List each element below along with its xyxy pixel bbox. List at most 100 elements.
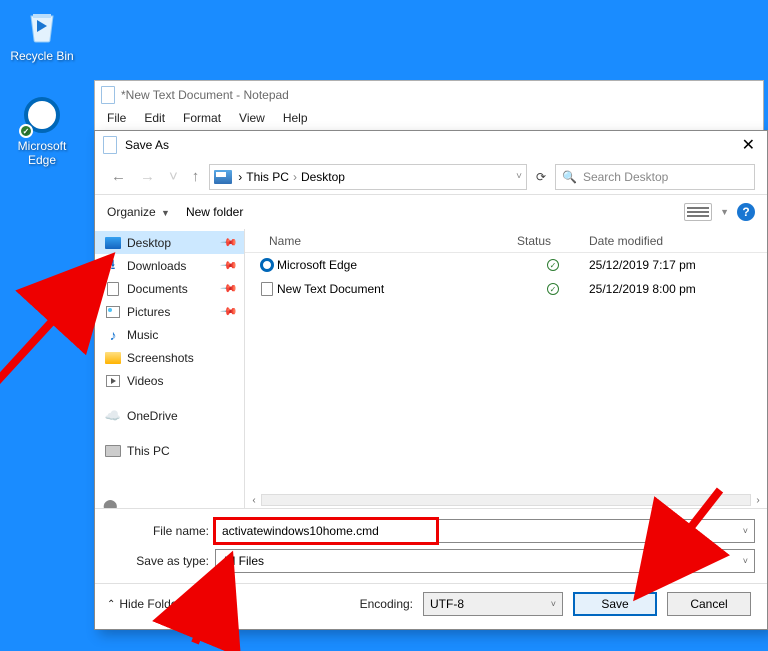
view-options-button[interactable] (684, 203, 712, 221)
sidebar-item-label: Music (127, 328, 158, 342)
videos-folder-icon (106, 375, 120, 387)
sidebar-item-onedrive[interactable]: ☁️ OneDrive (95, 404, 244, 427)
organize-menu[interactable]: Organize ▼ (107, 205, 170, 219)
menu-view[interactable]: View (231, 109, 273, 127)
encoding-value: UTF-8 (430, 597, 464, 611)
sidebar-item-label: OneDrive (127, 409, 178, 423)
edge-icon: ✓ (21, 94, 63, 136)
pin-icon: 📌 (220, 279, 239, 298)
documents-folder-icon (107, 282, 119, 296)
cancel-button[interactable]: Cancel (667, 592, 751, 616)
breadcrumb-sep: › (293, 170, 297, 184)
file-date: 25/12/2019 8:00 pm (589, 282, 767, 296)
menu-file[interactable]: File (99, 109, 134, 127)
file-status: ✓ (517, 283, 589, 295)
nav-forward-button[interactable]: → (136, 166, 159, 187)
breadcrumb-part[interactable]: This PC (246, 170, 289, 184)
file-name: Microsoft Edge (277, 258, 517, 272)
file-status: ✓ (517, 259, 589, 271)
breadcrumb-part[interactable]: Desktop (301, 170, 345, 184)
chevron-down-icon[interactable]: ˅ (743, 526, 748, 536)
desktop-icon-recycle-bin[interactable]: Recycle Bin (10, 4, 74, 63)
horizontal-scrollbar[interactable]: ‹ › (245, 492, 767, 508)
sidebar-item-label: Documents (127, 282, 188, 296)
filename-label: File name: (107, 524, 209, 538)
pin-icon: 📌 (220, 302, 239, 321)
breadcrumb-bar[interactable]: › This PC › Desktop ˅ (209, 164, 527, 190)
type-select[interactable]: All Files ˅ (215, 549, 755, 573)
type-label: Save as type: (107, 554, 209, 568)
nav-back-button[interactable]: ← (107, 166, 130, 187)
file-row[interactable]: New Text Document ✓ 25/12/2019 8:00 pm (245, 277, 767, 301)
file-name: New Text Document (277, 282, 517, 296)
sidebar-item-downloads[interactable]: ⭳ Downloads 📌 (95, 254, 244, 277)
this-pc-icon (105, 445, 121, 457)
folder-icon (105, 352, 121, 364)
new-folder-button[interactable]: New folder (186, 205, 243, 219)
nav-recent-dropdown[interactable]: ˅ (165, 166, 182, 187)
type-value: All Files (222, 554, 264, 568)
view-dropdown[interactable]: ▼ (720, 207, 729, 217)
column-date[interactable]: Date modified (589, 234, 767, 248)
file-row[interactable]: Microsoft Edge ✓ 25/12/2019 7:17 pm (245, 253, 767, 277)
scroll-left[interactable]: ‹ (247, 493, 261, 507)
sidebar-cutoff: ⬤ (103, 498, 118, 508)
hide-folders-toggle[interactable]: ⌃ Hide Folders (107, 597, 187, 611)
save-as-dialog: Save As ✕ ← → ˅ ↑ › This PC › Desktop ˅ … (94, 130, 768, 630)
folder-tree: Desktop 📌 ⭳ Downloads 📌 Documents 📌 Pict… (95, 229, 245, 508)
encoding-label: Encoding: (360, 597, 413, 611)
chevron-down-icon[interactable]: ˅ (551, 599, 556, 609)
sidebar-item-label: Videos (127, 374, 163, 388)
sidebar-item-videos[interactable]: Videos (95, 369, 244, 392)
file-list-pane: Name Status Date modified Microsoft Edge… (245, 229, 767, 508)
search-placeholder: Search Desktop (583, 170, 668, 184)
notepad-icon (101, 86, 115, 104)
chevron-down-icon[interactable]: ˅ (743, 556, 748, 566)
music-folder-icon: ♪ (105, 327, 121, 343)
help-button[interactable]: ? (737, 203, 755, 221)
scroll-track[interactable] (261, 494, 751, 506)
file-date: 25/12/2019 7:17 pm (589, 258, 767, 272)
sidebar-item-label: Downloads (127, 259, 186, 273)
filename-value: activatewindows10home.cmd (222, 524, 379, 538)
sidebar-item-pictures[interactable]: Pictures 📌 (95, 300, 244, 323)
sidebar-item-desktop[interactable]: Desktop 📌 (95, 231, 244, 254)
save-button[interactable]: Save (573, 592, 657, 616)
menu-edit[interactable]: Edit (136, 109, 173, 127)
sidebar-item-screenshots[interactable]: Screenshots (95, 346, 244, 369)
dialog-title: Save As (125, 138, 169, 152)
refresh-button[interactable]: ⟳ (533, 170, 549, 184)
desktop-folder-icon (105, 237, 121, 249)
chevron-up-icon: ⌃ (107, 599, 115, 610)
desktop-icon-label: Recycle Bin (10, 49, 74, 63)
pin-icon: 📌 (220, 256, 239, 275)
notepad-titlebar[interactable]: *New Text Document - Notepad (95, 81, 763, 109)
recycle-bin-icon (21, 4, 63, 46)
close-button[interactable]: ✕ (738, 135, 759, 155)
desktop-icon-edge[interactable]: ✓ Microsoft Edge (10, 94, 74, 167)
encoding-select[interactable]: UTF-8 ˅ (423, 592, 563, 616)
this-pc-icon (214, 170, 232, 184)
filename-input[interactable]: activatewindows10home.cmd ˅ (215, 519, 755, 543)
column-name[interactable]: Name (269, 234, 517, 248)
file-icon-edge (257, 258, 277, 272)
onedrive-icon: ☁️ (105, 408, 121, 424)
menu-format[interactable]: Format (175, 109, 229, 127)
search-input[interactable]: 🔍 Search Desktop (555, 164, 755, 190)
menu-help[interactable]: Help (275, 109, 316, 127)
sidebar-item-this-pc[interactable]: This PC (95, 439, 244, 462)
breadcrumb-dropdown[interactable]: ˅ (516, 171, 522, 182)
sidebar-item-label: Screenshots (127, 351, 194, 365)
pin-icon: 📌 (220, 233, 239, 252)
column-status[interactable]: Status (517, 234, 589, 248)
nav-up-button[interactable]: ↑ (188, 166, 204, 187)
scroll-right[interactable]: › (751, 493, 765, 507)
hide-folders-label: Hide Folders (119, 597, 187, 611)
sidebar-item-label: Pictures (127, 305, 170, 319)
sidebar-item-music[interactable]: ♪ Music (95, 323, 244, 346)
chevron-down-icon: ▼ (161, 208, 170, 218)
pictures-folder-icon (106, 306, 120, 318)
downloads-folder-icon: ⭳ (105, 258, 121, 274)
sidebar-item-documents[interactable]: Documents 📌 (95, 277, 244, 300)
search-icon: 🔍 (562, 170, 577, 184)
